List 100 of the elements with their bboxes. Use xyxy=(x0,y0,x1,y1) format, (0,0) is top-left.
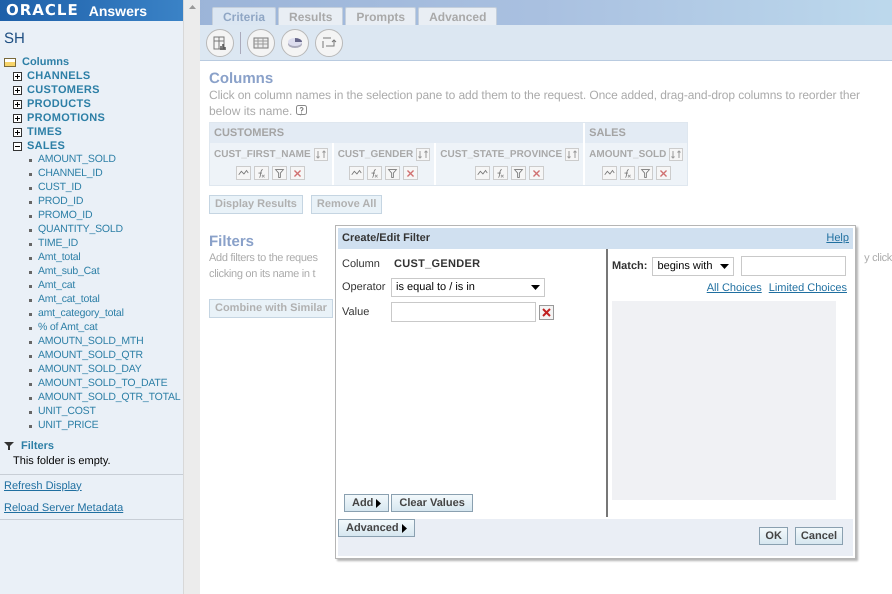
bullet-icon xyxy=(29,256,32,260)
choices-link[interactable]: All Choices xyxy=(706,280,762,296)
tab[interactable]: Criteria xyxy=(212,7,276,25)
advanced-button[interactable]: Advanced xyxy=(338,519,415,537)
match-dropdown[interactable]: begins with xyxy=(652,256,734,276)
column-item[interactable]: AMOUNT_SOLD_QTR xyxy=(38,348,143,364)
column-action-button[interactable] xyxy=(602,166,617,180)
bullet-icon xyxy=(29,368,32,372)
search-field[interactable] xyxy=(741,256,846,276)
group-header: SALES xyxy=(589,126,626,141)
column-item[interactable]: AMOUNT_SOLD_DAY xyxy=(38,362,142,378)
toolbar-button[interactable] xyxy=(281,28,309,56)
choices-link[interactable]: Limited Choices xyxy=(768,280,847,296)
tree-item[interactable]: Columns xyxy=(22,54,70,70)
bullet-icon xyxy=(29,284,32,288)
column-name: CUST_GENDER xyxy=(394,256,480,272)
tab[interactable]: Results xyxy=(278,7,344,25)
column-item[interactable]: PROD_ID xyxy=(38,194,84,210)
column-item[interactable]: % of Amt_cat xyxy=(38,320,98,336)
column-header: CUST_GENDER xyxy=(338,148,414,162)
tab[interactable]: Advanced xyxy=(418,7,498,25)
tree-folder[interactable]: PRODUCTS xyxy=(27,96,92,112)
field-label: Value xyxy=(342,304,370,320)
tree-folder[interactable]: SALES xyxy=(27,138,66,154)
column-item[interactable]: CUST_ID xyxy=(38,180,82,196)
column-action-button[interactable] xyxy=(638,166,653,180)
help-link[interactable]: Help xyxy=(826,230,849,247)
toolbar-button[interactable] xyxy=(206,28,234,56)
column-item[interactable]: AMOUNT_SOLD_TO_DATE xyxy=(38,376,168,392)
bullet-icon xyxy=(29,172,32,176)
brand-logo: ORACLE xyxy=(6,3,79,18)
help-icon xyxy=(296,105,308,117)
dialog-title: Create/Edit Filter xyxy=(342,231,430,246)
section-title: Columns xyxy=(209,69,274,87)
column-action-button[interactable] xyxy=(656,166,671,180)
column-header: AMOUNT_SOLD xyxy=(589,148,666,162)
caret-icon xyxy=(376,498,382,508)
operator-dropdown[interactable]: is equal to / is in xyxy=(391,278,545,296)
column-action-button[interactable] xyxy=(272,166,288,180)
column-item[interactable]: Amt_cat xyxy=(38,278,76,294)
empty-folder-text: This folder is empty. xyxy=(12,454,112,467)
tree-folder[interactable]: PROMOTIONS xyxy=(27,110,106,126)
value-field[interactable] xyxy=(391,302,536,322)
column-action-button[interactable] xyxy=(290,166,306,180)
column-action-button[interactable] xyxy=(529,166,544,180)
column-action-button[interactable] xyxy=(511,166,526,180)
column-action-button[interactable] xyxy=(385,166,400,180)
clear-button[interactable] xyxy=(539,304,554,320)
tree-folder[interactable]: CHANNELS xyxy=(27,68,91,84)
sidebar-link[interactable]: Refresh Display xyxy=(4,478,82,494)
column-item[interactable]: Amt_total xyxy=(38,250,81,266)
description-text: Click on column names in the selection pane to add them to the request. Once added, drag-and-drop columns to reorder ther xyxy=(209,87,861,103)
column-action-button[interactable] xyxy=(493,166,508,180)
tree-folder[interactable]: CUSTOMERS xyxy=(27,82,100,98)
toolbar-button[interactable] xyxy=(247,28,275,56)
column-header: CUST_STATE_PROVINCE xyxy=(440,148,562,162)
tree-folder[interactable]: TIMES xyxy=(27,124,62,140)
scrollbar[interactable] xyxy=(183,0,200,594)
product-name: Answers xyxy=(88,4,148,18)
bullet-icon xyxy=(29,354,32,358)
section-title: Filters xyxy=(209,232,254,250)
subject-area-title: SH xyxy=(3,29,26,49)
button[interactable]: OK xyxy=(759,527,788,545)
column-action-button[interactable] xyxy=(349,166,364,180)
button[interactable]: Clear Values xyxy=(391,494,473,512)
column-item[interactable]: UNIT_COST xyxy=(38,404,96,420)
column-action-button[interactable] xyxy=(403,166,418,180)
column-item[interactable]: CHANNEL_ID xyxy=(38,166,103,182)
column-action-button[interactable] xyxy=(367,166,382,180)
column-action-button[interactable] xyxy=(620,166,635,180)
sort-icon xyxy=(416,148,430,161)
tab[interactable]: Prompts xyxy=(345,7,416,25)
column-item[interactable]: TIME_ID xyxy=(38,236,78,252)
column-item[interactable]: Amt_sub_Cat xyxy=(38,264,100,280)
column-item[interactable]: Amt_cat_total xyxy=(38,292,100,308)
column-item[interactable]: PROMO_ID xyxy=(38,208,92,224)
column-item[interactable]: AMOUTN_SOLD_MTH xyxy=(38,334,144,350)
button[interactable]: Cancel xyxy=(794,527,843,545)
description-text: y click xyxy=(864,251,892,266)
column-item[interactable]: UNIT_PRICE xyxy=(38,418,98,434)
bullet-icon xyxy=(29,312,32,316)
bullet-icon xyxy=(29,424,32,428)
bullet-icon xyxy=(29,200,32,204)
field-label: Match: xyxy=(612,258,648,274)
column-action-button[interactable] xyxy=(236,166,252,180)
column-action-button[interactable] xyxy=(254,166,270,180)
bullet-icon xyxy=(29,396,32,400)
sidebar-link[interactable]: Reload Server Metadata xyxy=(4,500,124,516)
column-item[interactable]: AMOUNT_SOLD xyxy=(38,152,116,168)
button[interactable]: Add xyxy=(344,494,390,512)
tree-item[interactable]: Filters xyxy=(21,438,54,454)
column-item[interactable]: AMOUNT_SOLD_QTR_TOTAL xyxy=(38,390,180,406)
dropdown-arrow-icon xyxy=(720,264,730,268)
field-label: Operator xyxy=(342,280,386,295)
column-item[interactable]: amt_category_total xyxy=(38,306,124,322)
bullet-icon xyxy=(29,382,32,386)
column-item[interactable]: QUANTITY_SOLD xyxy=(38,222,123,238)
column-action-button[interactable] xyxy=(475,166,490,180)
toolbar-button[interactable] xyxy=(315,28,343,56)
bullet-icon xyxy=(29,326,32,330)
